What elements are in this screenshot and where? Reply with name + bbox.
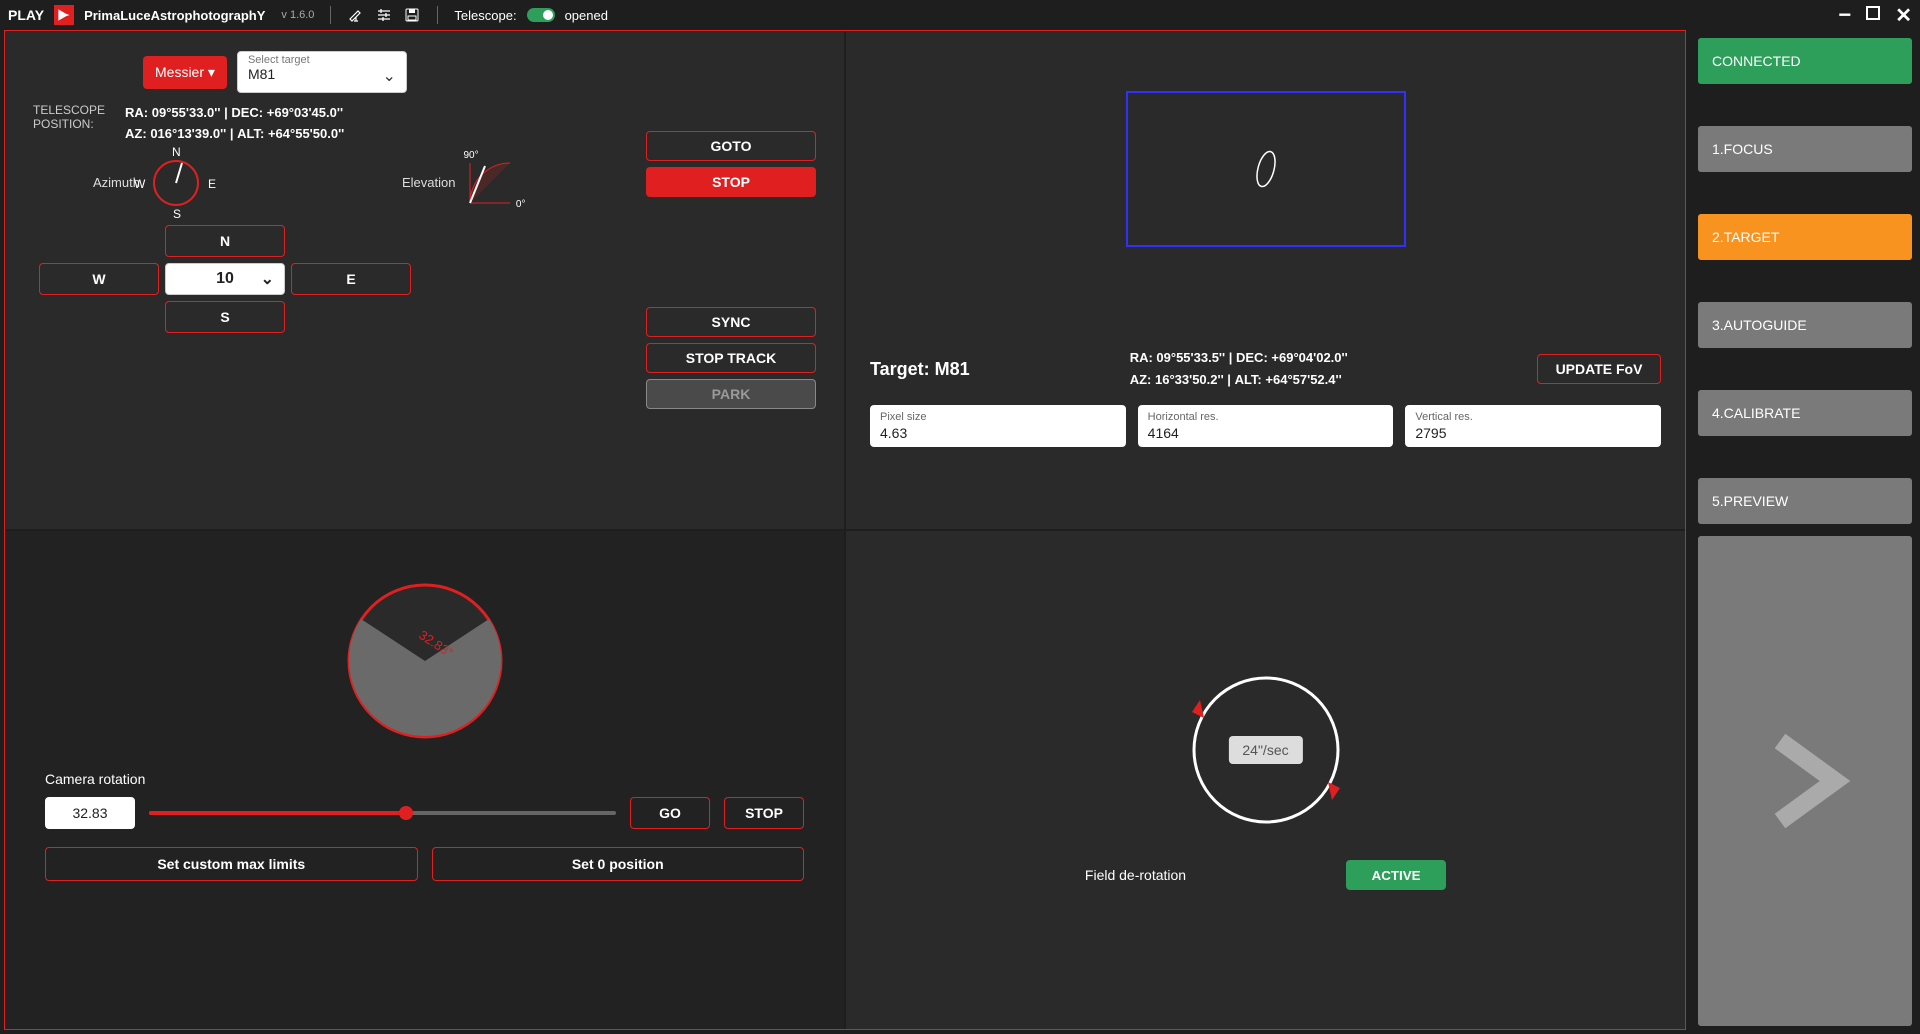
slew-east-button[interactable]: E [291,263,411,295]
telescope-icon[interactable] [347,6,365,24]
rotation-panel: 32.83° Camera rotation 32.83 GO STOP Set… [5,531,844,1029]
telescope-toggle[interactable] [527,8,555,22]
rotation-stop-button[interactable]: STOP [724,797,804,829]
target-placeholder: Select target [248,54,378,66]
sidebar-next-button[interactable] [1698,536,1912,1026]
sidebar-item-target[interactable]: 2.TARGET [1698,214,1912,260]
target-select[interactable]: Select target M81 ⌄ [237,51,407,93]
update-fov-button[interactable]: UPDATE FoV [1537,354,1661,384]
position-label: TELESCOPE [33,103,105,117]
save-icon[interactable] [403,6,421,24]
park-button[interactable]: PARK [646,379,816,409]
play-label: PLAY [8,7,44,23]
telescope-label: Telescope: [454,8,516,23]
sidebar-item-preview[interactable]: 5.PREVIEW [1698,478,1912,524]
catalog-dropdown[interactable]: Messier ▾ [143,56,227,89]
rotation-input[interactable]: 32.83 [45,797,135,829]
stop-button[interactable]: STOP [646,167,816,197]
azimuth-label: Azimuth [93,175,140,190]
slew-west-button[interactable]: W [39,263,159,295]
telescope-coords: RA: 09°55'33.0'' | DEC: +69°03'45.0'' AZ… [125,103,344,145]
minimize-icon[interactable]: − [1838,2,1851,28]
main-quad: Messier ▾ Select target M81 ⌄ GOTO STOP … [4,30,1686,1030]
set-limits-button[interactable]: Set custom max limits [45,847,418,881]
chevron-right-icon [1750,721,1860,841]
sidebar-item-focus[interactable]: 1.FOCUS [1698,126,1912,172]
close-icon[interactable]: ✕ [1895,3,1912,28]
goto-button[interactable]: GOTO [646,131,816,161]
horizontal-res-field[interactable]: Horizontal res. 4164 [1138,405,1394,447]
chevron-down-icon: ▾ [208,64,215,80]
target-value: M81 [248,66,378,82]
position-label: POSITION: [33,117,105,131]
connected-status[interactable]: CONNECTED [1698,38,1912,84]
elevation-label: Elevation [402,175,455,190]
sidebar: CONNECTED 1.FOCUS 2.TARGET 3.AUTOGUIDE 4… [1690,30,1920,1034]
fov-preview [1126,91,1406,247]
settings-sliders-icon[interactable] [375,6,393,24]
sync-button[interactable]: SYNC [646,307,816,337]
telescope-panel: Messier ▾ Select target M81 ⌄ GOTO STOP … [5,31,844,529]
set-zero-button[interactable]: Set 0 position [432,847,805,881]
chevron-down-icon: ⌄ [261,269,274,289]
maximize-icon[interactable] [1865,5,1881,26]
vertical-res-field[interactable]: Vertical res. 2795 [1405,405,1661,447]
rotation-label: Camera rotation [45,771,804,787]
rotation-gauge: 32.83° [345,581,505,741]
slew-south-button[interactable]: S [165,301,285,333]
stop-track-button[interactable]: STOP TRACK [646,343,816,373]
slew-rate-select[interactable]: 10⌄ [165,263,285,295]
azimuth-gauge: N S E W [150,157,202,209]
derotation-gauge: 24"/sec [1186,670,1346,830]
sidebar-item-calibrate[interactable]: 4.CALIBRATE [1698,390,1912,436]
telescope-status: opened [565,8,608,23]
derotation-panel: 24"/sec Field de-rotation ACTIVE [846,531,1685,1029]
target-coords: RA: 09°55'33.5'' | DEC: +69°04'02.0'' AZ… [1130,347,1517,391]
derotation-speed: 24"/sec [1228,736,1302,764]
target-panel: Target: M81 RA: 09°55'33.5'' | DEC: +69°… [846,31,1685,529]
app-name: PrimaLuceAstrophotographY [84,8,265,23]
target-name: Target: M81 [870,359,970,380]
version-label: v 1.6.0 [281,9,314,21]
derotation-label: Field de-rotation [1085,867,1186,883]
pixel-size-field[interactable]: Pixel size 4.63 [870,405,1126,447]
chevron-down-icon: ⌄ [383,66,396,86]
slew-north-button[interactable]: N [165,225,285,257]
elevation-gauge: 90° 0° [465,158,515,208]
app-logo-icon [54,5,74,25]
derotation-active-button[interactable]: ACTIVE [1346,860,1446,890]
topbar: PLAY PrimaLuceAstrophotographY v 1.6.0 T… [0,0,1920,30]
sidebar-item-autoguide[interactable]: 3.AUTOGUIDE [1698,302,1912,348]
rotation-go-button[interactable]: GO [630,797,710,829]
rotation-slider[interactable] [149,811,616,815]
